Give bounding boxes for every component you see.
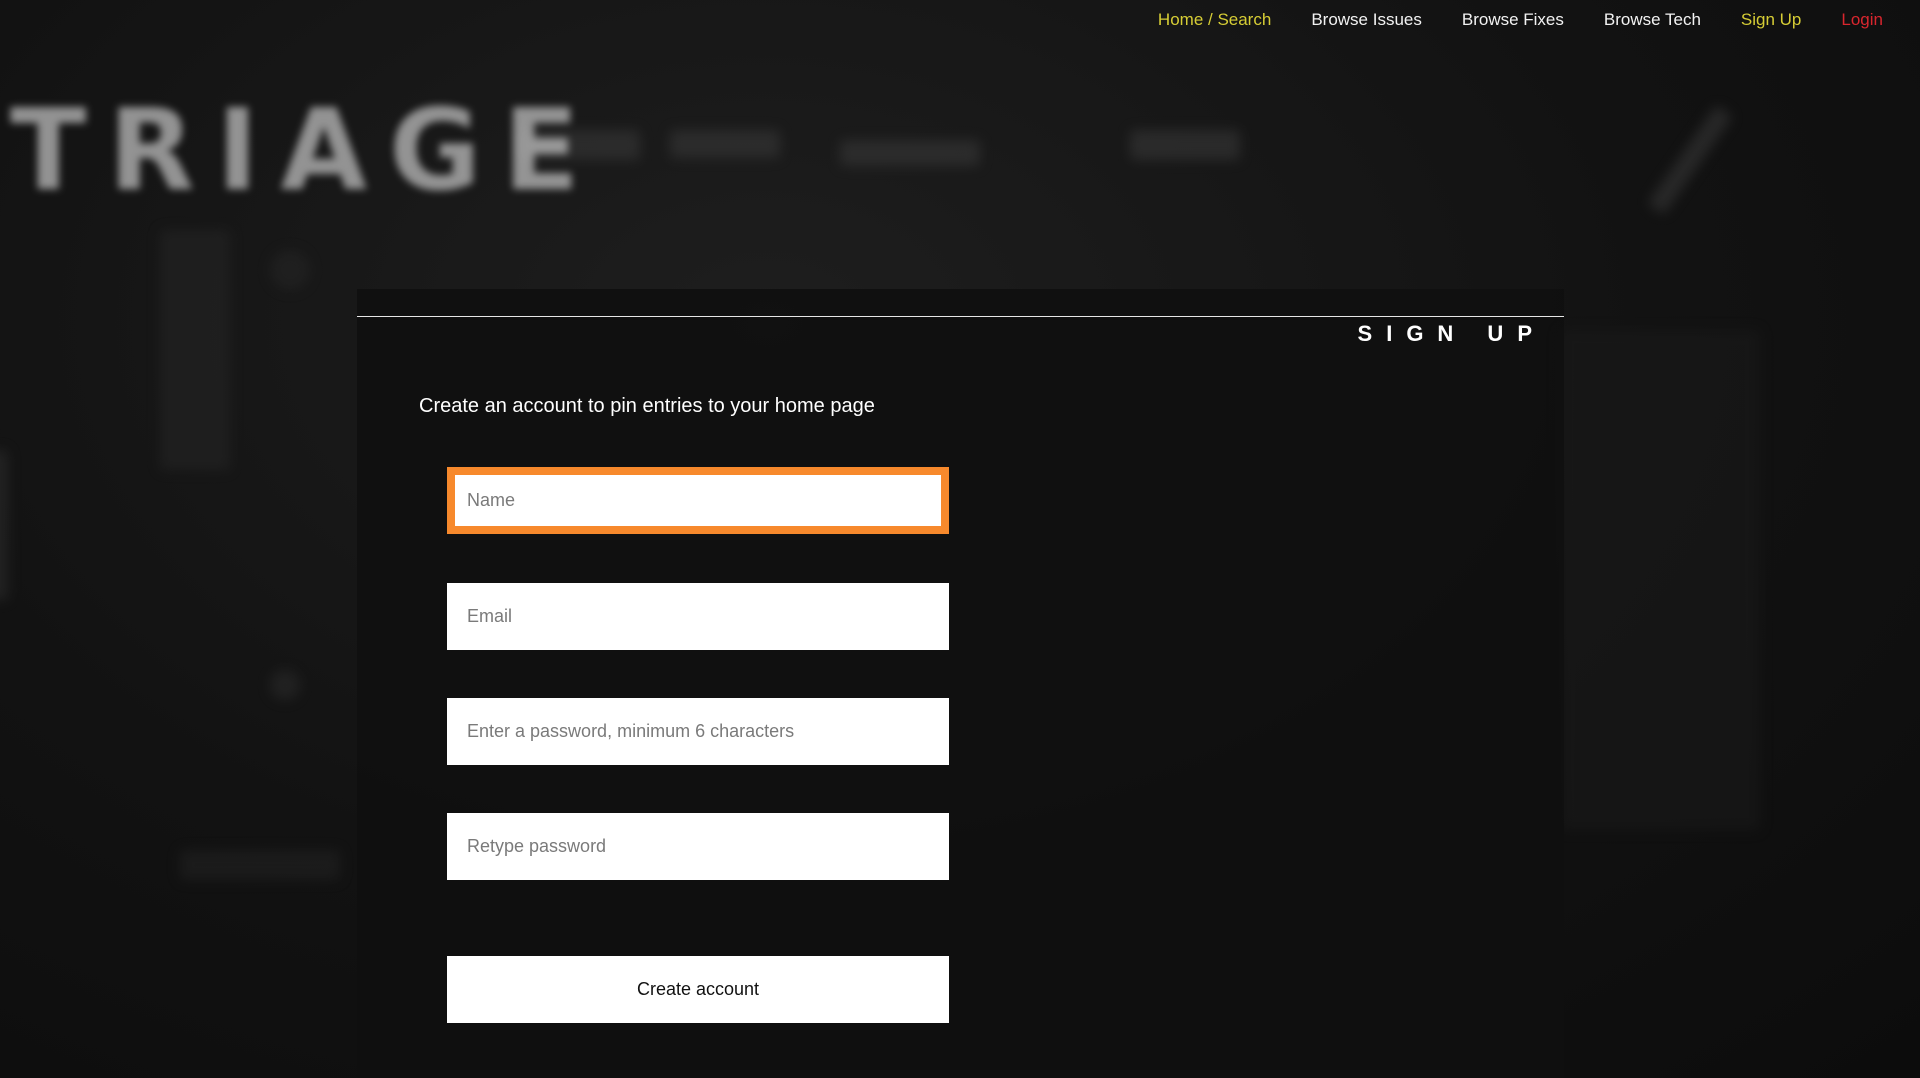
- top-nav: Home / Search Browse Issues Browse Fixes…: [1118, 0, 1883, 40]
- name-field[interactable]: [447, 467, 949, 534]
- nav-sign-up[interactable]: Sign Up: [1741, 0, 1801, 40]
- page-title: SIGN UP: [1357, 321, 1546, 346]
- nav-login[interactable]: Login: [1841, 0, 1883, 40]
- email-field[interactable]: [447, 583, 949, 650]
- nav-browse-issues[interactable]: Browse Issues: [1311, 0, 1422, 40]
- create-account-button[interactable]: Create account: [447, 956, 949, 1023]
- retype-password-field[interactable]: [447, 813, 949, 880]
- brand-logo: TRIAGE: [10, 86, 602, 216]
- signup-panel: SIGN UP Create an account to pin entries…: [357, 289, 1564, 1078]
- intro-text: Create an account to pin entries to your…: [419, 395, 875, 417]
- nav-home-search[interactable]: Home / Search: [1158, 0, 1271, 40]
- nav-browse-tech[interactable]: Browse Tech: [1604, 0, 1701, 40]
- password-field[interactable]: [447, 698, 949, 765]
- nav-browse-fixes[interactable]: Browse Fixes: [1462, 0, 1564, 40]
